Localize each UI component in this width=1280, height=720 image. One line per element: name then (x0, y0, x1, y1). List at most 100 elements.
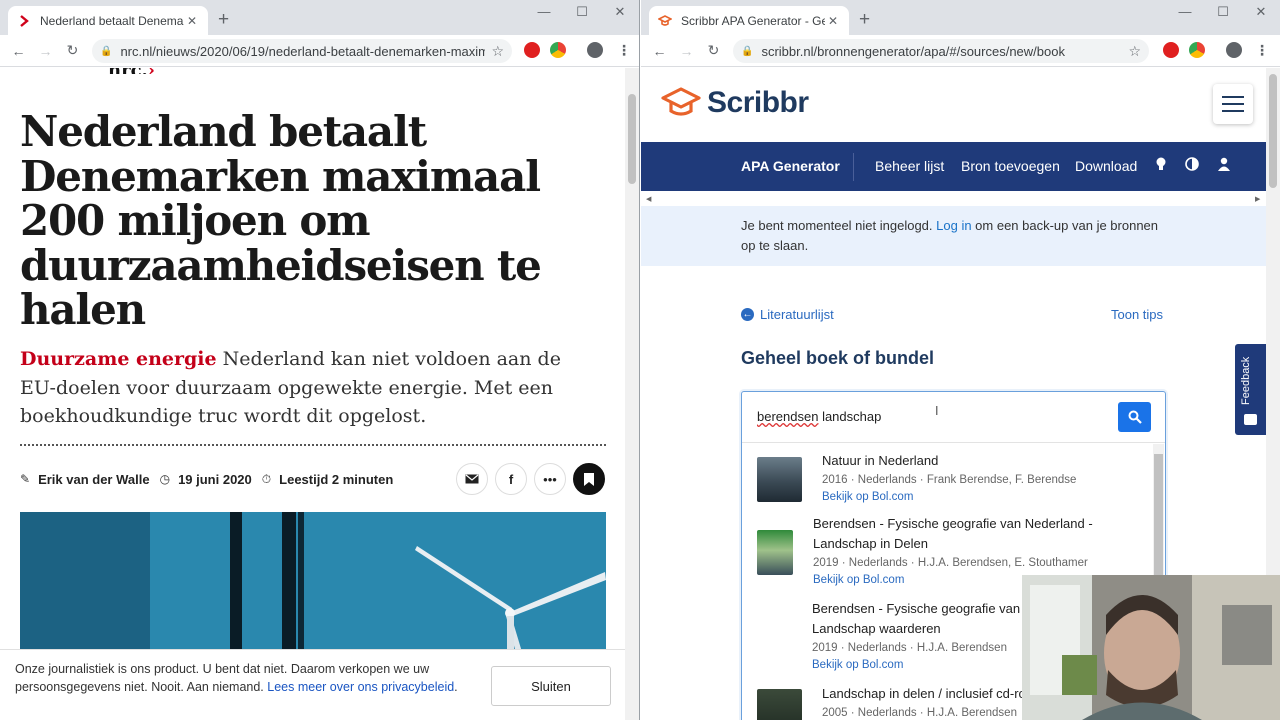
share-more-button[interactable]: ••• (534, 463, 566, 495)
close-window-button[interactable]: ✕ (601, 4, 639, 20)
back-link-label: Literatuurlijst (760, 307, 834, 322)
nav-beheer-lijst[interactable]: Beheer lijst (875, 158, 944, 174)
lightbulb-icon[interactable] (1155, 157, 1167, 174)
extension-chrome-icon[interactable] (550, 42, 566, 58)
nrc-logo[interactable]: nrc.› (108, 68, 155, 74)
tab-strip: Nederland betaalt Denemarken m ✕ + — ☐ ✕ (0, 0, 639, 35)
profile-avatar-icon[interactable] (587, 42, 603, 58)
hamburger-menu-button[interactable] (1213, 84, 1253, 124)
lock-icon: 🔒 (741, 45, 754, 57)
result-meta: 2016 · Nederlands · Frank Berendse, F. B… (822, 474, 1077, 486)
new-tab-button[interactable]: + (218, 9, 229, 31)
bol-link[interactable]: Bekijk op Bol.com (812, 659, 903, 671)
address-bar[interactable]: 🔒 nrc.nl/nieuws/2020/06/19/nederland-bet… (92, 39, 512, 63)
banner-text-before: Je bent momenteel niet ingelogd. (741, 218, 937, 233)
article-kicker[interactable]: Duurzame energie (20, 348, 217, 370)
facebook-icon: f (508, 471, 514, 487)
book-search-input[interactable]: berendsen landschap (757, 409, 881, 424)
bol-link[interactable]: Bekijk op Bol.com (822, 491, 913, 503)
reload-icon[interactable]: ↻ (700, 42, 727, 59)
forward-icon[interactable]: → (673, 43, 700, 59)
privacy-link[interactable]: Lees meer over ons privacybeleid (267, 680, 454, 694)
reading-time: ⏱ Leestijd 2 minuten (262, 472, 394, 487)
login-banner: Je bent momenteel niet ingelogd. Log in … (641, 206, 1266, 266)
scroll-right-icon[interactable]: ▶ (1255, 195, 1260, 203)
login-link[interactable]: Log in (936, 218, 971, 233)
book-cover-image (757, 689, 802, 720)
bookmark-star-icon[interactable]: ☆ (491, 43, 504, 60)
tab-title: Scribbr APA Generator - Generee (681, 13, 825, 28)
maximize-button[interactable]: ☐ (1204, 4, 1242, 20)
graduation-cap-icon (661, 87, 701, 116)
profile-avatar-icon[interactable] (1226, 42, 1242, 58)
back-icon[interactable]: ← (5, 43, 32, 59)
extension-opera-icon[interactable] (524, 42, 540, 58)
cookie-banner: Onze journalistiek is ons product. U ben… (0, 649, 626, 720)
tab-close-icon[interactable]: ✕ (184, 14, 200, 28)
dotted-divider (20, 444, 606, 446)
menu-kebab-icon[interactable]: ⋮ (617, 42, 631, 59)
presenter-video-image (1022, 575, 1280, 720)
forward-icon[interactable]: → (32, 43, 59, 59)
lock-icon: 🔒 (100, 45, 113, 57)
hamburger-icon (1222, 96, 1244, 98)
contrast-icon[interactable] (1185, 157, 1199, 174)
feedback-tab[interactable]: Feedback (1235, 344, 1266, 435)
share-facebook-button[interactable]: f (495, 463, 527, 495)
bookmark-star-icon[interactable]: ☆ (1128, 43, 1141, 60)
pen-icon: ✎ (20, 472, 31, 486)
result-meta: 2005 · Nederlands · H.J.A. Berendsen (822, 707, 1017, 719)
author-name[interactable]: Erik van der Walle (38, 472, 150, 487)
tab-nrc[interactable]: Nederland betaalt Denemarken m ✕ (8, 6, 208, 35)
horizontal-scrollbar[interactable]: ◀ ▶ (641, 192, 1266, 206)
scrollbar-thumb[interactable] (628, 94, 636, 184)
result-item[interactable]: Natuur in Nederland 2016 · Nederlands · … (757, 453, 1137, 504)
scroll-left-icon[interactable]: ◀ (646, 195, 651, 203)
menu-kebab-icon[interactable]: ⋮ (1255, 42, 1269, 59)
nav-bron-toevoegen[interactable]: Bron toevoegen (961, 158, 1060, 174)
new-tab-button[interactable]: + (859, 9, 870, 31)
bol-link[interactable]: Bekijk op Bol.com (813, 574, 904, 586)
address-bar[interactable]: 🔒 scribbr.nl/bronnengenerator/apa/#/sour… (733, 39, 1149, 63)
search-divider (742, 442, 1165, 443)
search-icon (1128, 410, 1142, 424)
reload-icon[interactable]: ↻ (59, 42, 86, 59)
close-window-button[interactable]: ✕ (1242, 4, 1280, 20)
result-title: Natuur in Nederland (822, 453, 939, 468)
show-tips-link[interactable]: Toon tips (1111, 307, 1163, 322)
search-button[interactable] (1118, 402, 1151, 432)
bookmark-article-button[interactable] (573, 463, 605, 495)
left-browser-window: Nederland betaalt Denemarken m ✕ + — ☐ ✕… (0, 0, 640, 720)
user-icon[interactable] (1218, 157, 1230, 174)
search-word-2: landschap (818, 409, 882, 424)
tab-strip: Scribbr APA Generator - Generee ✕ + — ☐ … (641, 0, 1280, 35)
nrc-page: nrc.› Nederland betaalt Denemarken maxim… (0, 68, 626, 720)
back-icon[interactable]: ← (646, 43, 673, 59)
reading-time-text: Leestijd 2 minuten (279, 471, 394, 487)
minimize-button[interactable]: — (1166, 4, 1204, 20)
extension-chrome-icon[interactable] (1189, 42, 1205, 58)
window-controls: — ☐ ✕ (525, 4, 639, 20)
url-text: nrc.nl/nieuws/2020/06/19/nederland-betaa… (120, 43, 486, 59)
results-scrollbar-thumb[interactable] (1154, 454, 1163, 584)
page-scrollbar[interactable] (625, 68, 639, 720)
scribbr-logo[interactable]: Scribbr (661, 86, 809, 120)
minimize-button[interactable]: — (525, 4, 563, 20)
nav-download[interactable]: Download (1075, 158, 1137, 174)
tab-close-icon[interactable]: ✕ (825, 14, 841, 28)
scrollbar-thumb[interactable] (1269, 74, 1277, 188)
publish-date: ◷ 19 juni 2020 (160, 472, 252, 487)
stopwatch-icon: ⏱ (261, 471, 272, 486)
extension-opera-icon[interactable] (1163, 42, 1179, 58)
nav-apa-generator[interactable]: APA Generator (741, 158, 840, 174)
scribbr-favicon-icon (657, 13, 673, 29)
share-email-button[interactable] (456, 463, 488, 495)
close-cookie-button[interactable]: Sluiten (491, 666, 611, 706)
bookmark-icon (584, 472, 594, 486)
back-to-list-link[interactable]: ← Literatuurlijst (741, 307, 834, 322)
feedback-label: Feedback (1240, 356, 1252, 406)
tab-scribbr[interactable]: Scribbr APA Generator - Generee ✕ (649, 6, 849, 35)
nrc-favicon-icon (16, 13, 32, 29)
maximize-button[interactable]: ☐ (563, 4, 601, 20)
date-text: 19 juni 2020 (178, 471, 252, 487)
